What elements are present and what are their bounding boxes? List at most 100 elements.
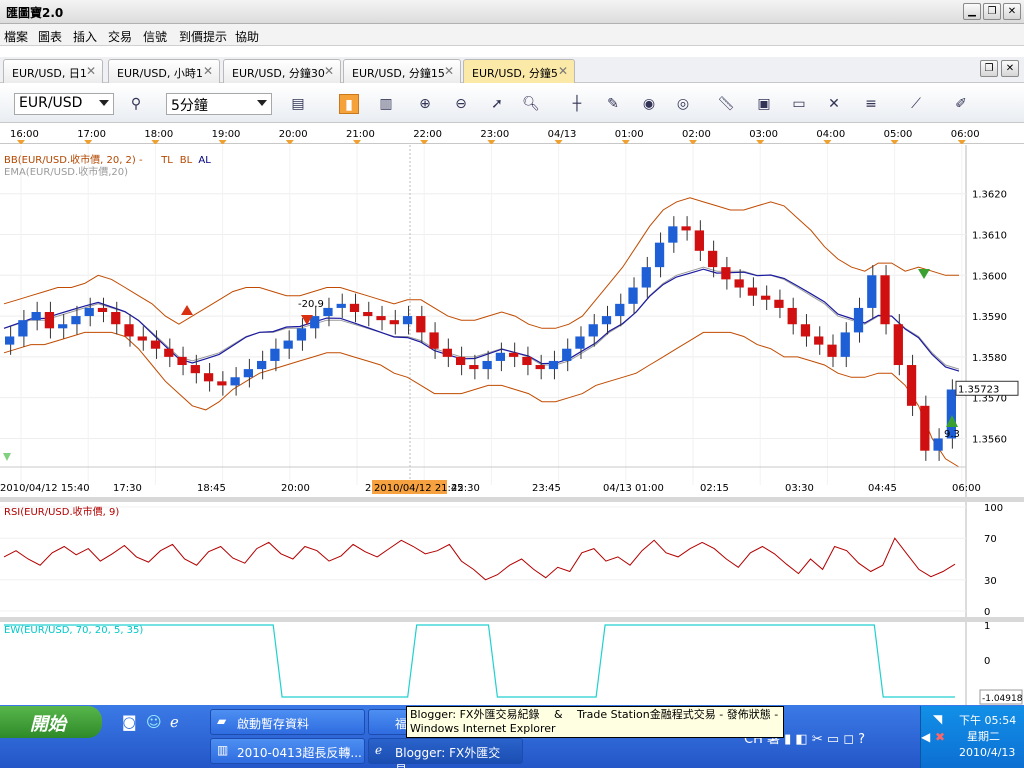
flag-icon[interactable]: ✖	[935, 730, 945, 744]
session-marker-icon	[756, 140, 765, 145]
ruler-icon[interactable]: 📏︎	[716, 94, 736, 114]
candle-body	[363, 312, 373, 317]
candle-body	[296, 328, 307, 341]
ie-icon[interactable]: ℯ	[170, 713, 179, 731]
top-time-label: 21:00	[346, 129, 375, 140]
tab-close-icon[interactable]: ✕	[558, 64, 568, 78]
candle-body	[97, 307, 108, 312]
candle-body	[230, 377, 240, 386]
app-title: 匯圖寶2.0	[6, 6, 64, 20]
draw-line-icon[interactable]: ⟋	[906, 94, 926, 114]
candle-body	[150, 340, 161, 349]
tab-restore-button[interactable]: ❐	[980, 60, 998, 77]
back-icon[interactable]: ◀	[921, 730, 930, 744]
pencil-icon[interactable]: ✎	[603, 94, 623, 114]
rsi-tick-label: 0	[984, 607, 990, 618]
start-button[interactable]: 開始	[0, 706, 102, 738]
candle-body	[31, 312, 41, 321]
chart-area[interactable]: 1.3620 1.3610 1.3600 1.3590 1.3580 1.3570 1.35…	[0, 145, 1024, 705]
trendline-icon[interactable]: ┼	[567, 94, 587, 114]
tab-close-icon[interactable]: ✕	[444, 64, 454, 78]
menu-chart[interactable]: 圖表	[38, 28, 62, 45]
menu-signal[interactable]: 信號	[143, 28, 167, 45]
taskbar-tooltip: Blogger: FX外匯交易紀錄 & Trade Station金融程式交易 …	[406, 706, 784, 738]
brush-icon[interactable]: ✐	[951, 94, 971, 114]
crosshair-icon[interactable]: ✕	[824, 94, 844, 114]
top-time-label: 01:00	[615, 129, 644, 140]
desktop-icon[interactable]: ◙	[122, 713, 137, 731]
tab-close-icon[interactable]: ✕	[324, 64, 334, 78]
price-tick-label: 1.3620	[972, 190, 1007, 201]
rsi-legend-text: RSI(EUR/USD.收市價, 9)	[4, 505, 119, 518]
menu-trade[interactable]: 交易	[108, 28, 132, 45]
network-icon[interactable]: ◥	[933, 712, 942, 726]
binoculars-icon[interactable]: ⚲	[126, 94, 146, 114]
menu-insert[interactable]: 插入	[73, 28, 97, 45]
session-marker-icon	[890, 140, 899, 145]
chevron-down-icon	[99, 100, 109, 106]
menu-help[interactable]: 協助	[235, 28, 259, 45]
timeframe-select[interactable]: 5分鐘	[166, 93, 272, 115]
window-icon[interactable]: ▭	[789, 94, 809, 114]
candle-body	[668, 226, 678, 243]
bb-legend-text: BL	[180, 155, 193, 166]
clock-date: 2010/4/13	[959, 746, 1016, 759]
messenger-icon[interactable]: ☺	[146, 713, 162, 731]
tab-eurusd-m5[interactable]: EUR/USD, 分鐘5 ✕	[463, 59, 575, 83]
bar-chart-icon[interactable]: ▥	[376, 94, 396, 114]
candle-body	[18, 320, 28, 337]
restore-button[interactable]: ❐	[983, 3, 1001, 20]
tab-close-icon[interactable]: ✕	[86, 64, 96, 78]
menu-price-alert[interactable]: 到價提示	[179, 28, 227, 45]
candle-body	[548, 360, 559, 370]
tab-eurusd-m30[interactable]: EUR/USD, 分鐘30 ✕	[223, 59, 341, 83]
zoom-out-icon[interactable]: ⊖	[451, 94, 471, 114]
candle-body	[402, 316, 413, 325]
bb-legend-text: BB(EUR/USD.收市價, 20, 2) -	[4, 153, 143, 166]
menu-file[interactable]: 檔案	[4, 28, 28, 45]
chart-type-icon[interactable]: ▤	[288, 94, 308, 114]
chart-svg[interactable]: 1.36201.36101.36001.35901.35801.35701.35…	[0, 145, 1024, 705]
tab-eurusd-m15[interactable]: EUR/USD, 分鐘15 ✕	[343, 59, 461, 83]
taskbar-button-chart[interactable]: ▥ 2010-0413超長反轉...	[210, 738, 365, 764]
buy-arrow-icon	[181, 305, 193, 315]
tab-close-button[interactable]: ✕	[1001, 60, 1019, 77]
tab-eurusd-h1[interactable]: EUR/USD, 小時1 ✕	[108, 59, 220, 83]
tooltip-line-2: Windows Internet Explorer	[410, 722, 556, 735]
candle-body	[283, 340, 293, 349]
price-tick-label: 1.3580	[972, 353, 1007, 364]
symbol-select[interactable]: EUR/USD	[14, 93, 114, 115]
candle-body	[893, 324, 903, 366]
taskbar-button-folder[interactable]: ▰ 啟動暫存資料	[210, 709, 365, 735]
magnify-icon[interactable]: 🔍︎	[521, 94, 541, 114]
pane-separator	[0, 497, 1024, 502]
top-time-label: 16:00	[10, 129, 39, 140]
rsi-line	[3, 537, 956, 581]
fibonacci-icon[interactable]: ≡	[861, 94, 881, 114]
tab-close-icon[interactable]: ✕	[203, 64, 213, 78]
candle-body	[615, 303, 625, 317]
bb-legend-text: AL	[198, 155, 211, 166]
candle-body	[721, 267, 731, 280]
minimize-button[interactable]: ▁	[963, 3, 981, 20]
globe-icon[interactable]: ◎	[673, 94, 693, 114]
cursor-icon[interactable]: ➚	[487, 94, 507, 114]
taskbar-label: 2010-0413超長反轉...	[237, 746, 362, 760]
candle-body	[389, 320, 399, 325]
eye-icon[interactable]: ◉	[639, 94, 659, 114]
candle-body	[111, 312, 121, 325]
close-button[interactable]: ✕	[1003, 3, 1021, 20]
tooltip-line-1: Blogger: FX外匯交易紀錄 & Trade Station金融程式交易 …	[410, 708, 779, 721]
taskbar-button-browser[interactable]: ℯ Blogger: FX外匯交易...	[368, 738, 523, 777]
candlestick-icon[interactable]: ▮	[339, 94, 359, 114]
timeframe-value: 5分鐘	[171, 98, 208, 114]
clock-day: 星期二	[967, 730, 1000, 743]
bb-lower-band-line	[3, 331, 960, 468]
candle-body	[774, 299, 784, 308]
tab-eurusd-d1[interactable]: EUR/USD, 日1 ✕	[3, 59, 103, 83]
session-marker-icon	[621, 140, 630, 145]
zoom-in-icon[interactable]: ⊕	[415, 94, 435, 114]
picture-icon[interactable]: ▣	[754, 94, 774, 114]
top-time-label: 04:00	[816, 129, 845, 140]
candle-body	[933, 438, 943, 451]
